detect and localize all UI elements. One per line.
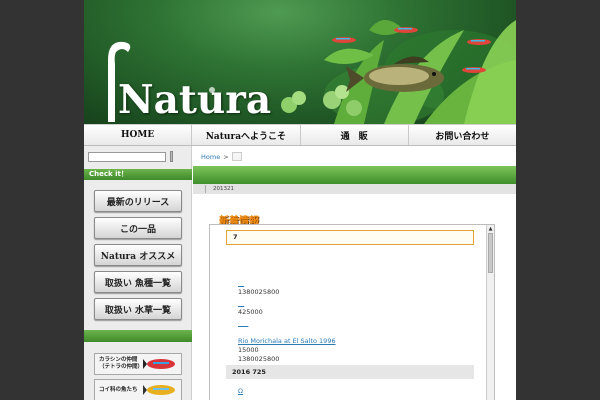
fish-icon	[143, 359, 175, 369]
content-title-bar	[193, 166, 516, 184]
news-entry-2-link[interactable]	[238, 299, 244, 307]
logo-text: Natura	[118, 77, 272, 123]
breadcrumb-current	[231, 152, 242, 161]
post-date: 201321	[213, 186, 234, 192]
scroll-up-icon[interactable]: ▲	[488, 226, 493, 232]
scroll-thumb[interactable]	[488, 233, 493, 273]
nav-contact[interactable]: お問い合わせ	[409, 125, 516, 145]
fish-list-button[interactable]: 取扱い 魚種一覧	[94, 271, 182, 293]
latest-release-button[interactable]: 最新のリリース	[94, 190, 182, 212]
thumb-characin-line2: （テトラの仲間）	[99, 364, 144, 370]
frame-scrollbar[interactable]: ▲	[486, 225, 494, 400]
breadcrumb-separator: >	[223, 152, 229, 161]
news-entry-4-line1: 15000	[238, 346, 259, 354]
nav-home[interactable]: HOME	[84, 125, 193, 145]
search-button[interactable]	[170, 151, 173, 162]
sidebar-divider	[84, 330, 192, 342]
main-content: Home > 201321 新着情報 7 1380025800 425000 R…	[193, 146, 516, 400]
news-entry-5-link[interactable]: Ω	[238, 387, 243, 395]
plant-list-button[interactable]: 取扱い 水草一覧	[94, 298, 182, 320]
search-row	[88, 151, 173, 162]
date-separator	[205, 185, 206, 193]
news-entry-2: 425000	[238, 299, 263, 317]
date-bar: 201321	[193, 184, 516, 194]
news-entry-4: Rio Morichala at El Salto 1996 15000 138…	[238, 337, 336, 364]
thumb-characin-line1: カラシンの仲間	[99, 357, 138, 363]
breadcrumb-home[interactable]: Home	[201, 153, 220, 161]
news-entry-1-link[interactable]	[238, 279, 244, 287]
nav-welcome[interactable]: Naturaへようこそ	[192, 125, 301, 145]
news-entry-3	[238, 319, 248, 328]
check-it-header: Check it！	[84, 169, 192, 180]
breadcrumb: Home >	[201, 152, 242, 161]
news-entry-1-line1: 1380025800	[238, 288, 280, 296]
fish-icon	[143, 385, 175, 395]
highlight-box: 7	[226, 230, 474, 245]
thumb-cyprinid-line1: コイ科の魚たち	[99, 386, 138, 393]
news-frame[interactable]: 7 1380025800 425000 Rio Morichala at El …	[209, 224, 495, 400]
news-entry-1: 1380025800	[238, 279, 279, 297]
natura-recommend-button[interactable]: Natura オススメ	[94, 244, 182, 266]
featured-item-button[interactable]: この一品	[94, 217, 182, 239]
news-entry-5: Ω	[238, 387, 243, 396]
thumb-cyprinid[interactable]: コイ科の魚たち	[94, 379, 182, 400]
sidebar: Check it！ 最新のリリース この一品 Natura オススメ 取扱い 魚…	[84, 146, 192, 400]
main-nav: HOME Naturaへようこそ 通 販 お問い合わせ	[84, 124, 516, 146]
news-entry-2-line1: 425000	[238, 308, 263, 316]
thumb-characin[interactable]: カラシンの仲間 （テトラの仲間）	[94, 353, 182, 375]
nav-shop[interactable]: 通 販	[301, 125, 409, 145]
news-entry-4-link[interactable]: Rio Morichala at El Salto 1996	[238, 337, 336, 345]
news-entry-3-link[interactable]	[238, 319, 248, 327]
news-entry-4-line2: 1380025800	[238, 355, 280, 363]
header-banner: Natura	[84, 0, 516, 124]
news-year-heading: 2016 725	[226, 365, 474, 379]
search-input[interactable]	[88, 151, 166, 162]
page: Natura HOME Naturaへようこそ 通 販 お問い合わせ Check…	[84, 0, 516, 400]
